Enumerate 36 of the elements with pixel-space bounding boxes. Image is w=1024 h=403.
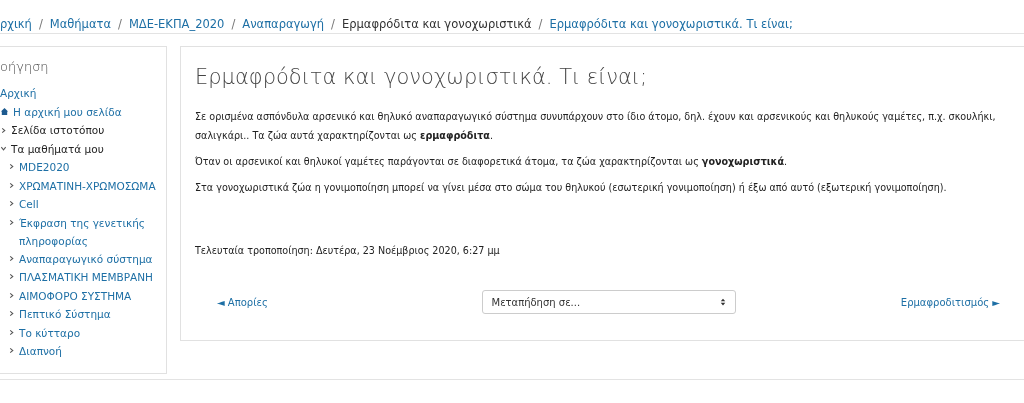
nav-link[interactable]: MDE2020 (19, 158, 70, 176)
breadcrumb-link[interactable]: Αναπαραγωγή (242, 16, 325, 31)
page-title: Ερμαφρόδιτα και γονοχωριστικά. Τι είναι; (195, 65, 649, 89)
paragraph: Στα γονοχωριστικά ζώα η γονιμοποίηση μπορεί να γίνει μέσα στο σώμα του θηλυκού (εσωτερική γονιμοποίηση) ή έξω από αυτό (εξωτερική γονιμοποίηση). (195, 181, 948, 195)
nav-link[interactable]: Έκφραση της γενετικής πληροφορίας (19, 213, 162, 250)
nav-link[interactable]: Το κύτταρο (19, 323, 81, 342)
breadcrumb-link[interactable]: Μαθήματα (49, 16, 111, 31)
nav-link[interactable]: ΧΡΩΜΑΤΙΝΗ-ΧΡΩΜΟΣΩΜΑ (19, 176, 156, 195)
jump-select[interactable]: Μεταπήδηση σε... (481, 290, 736, 314)
nav-link[interactable]: Η αρχική μου σελίδα (13, 102, 122, 121)
breadcrumb-link[interactable]: ρχική (0, 16, 32, 31)
home-icon (0, 107, 9, 117)
nav-link[interactable]: Cell (19, 195, 39, 213)
nav-link[interactable]: Αρχική (0, 84, 37, 103)
paragraph: Σε ορισμένα ασπόνδυλα αρσενικό και θηλυκό αναπαραγωγικό σύστημα συνυπάρχουν στο ίδιο άτομο, δηλ. έχουν και αρσενικούς και θηλυκούς γαμέτες, π.χ. σκουλήκι, σαλιγκάρι.. Τα ζώα αυτά χαρακτηρίζονται ως ερμαφρόδιτα. (195, 110, 997, 143)
nav-link[interactable]: Διαπνοή (19, 342, 62, 360)
nav-link[interactable]: ΑΙΜΟΦΟΡΟ ΣΥΣΤΗΜΑ (19, 286, 132, 305)
breadcrumb-separator: / (118, 16, 122, 31)
breadcrumb-link[interactable]: ΜΔΕ-ΕΚΠΑ_2020 (128, 16, 225, 31)
breadcrumb-item: Ερμαφρόδιτα και γονοχωριστικά (342, 16, 532, 31)
up-down-arrows-icon (719, 298, 726, 306)
nav-item[interactable]: Τα μαθήματά μου (11, 139, 104, 158)
sidebar-heading: οήγηση (0, 59, 50, 74)
next-link[interactable]: Ερμαφροδιτισμός ► (800, 296, 1000, 308)
paragraph: Όταν οι αρσενικοί και θηλυκοί γαμέτες παράγονται σε διαφορετικά άτομα, τα ζώα χαρακτηρίζονται ως γονοχωριστικά. (195, 155, 789, 169)
nav-link[interactable]: ΠΛΑΣΜΑΤΙΚΗ ΜΕΜΒΡΑΝΗ (19, 268, 153, 286)
breadcrumb-separator: / (331, 16, 335, 31)
nav-item[interactable]: Σελίδα ιστοτόπου (11, 121, 105, 140)
previous-link[interactable]: ◄ Απορίες (217, 296, 417, 308)
breadcrumb-separator: / (38, 16, 43, 31)
nav-link[interactable]: Πεπτικό Σύστημα (19, 305, 111, 323)
nav-link[interactable]: Αναπαραγωγικό σύστημα (19, 249, 153, 268)
breadcrumb-separator: / (538, 16, 543, 31)
breadcrumb-link[interactable]: Ερμαφρόδιτα και γονοχωριστικά. Τι είναι; (549, 16, 793, 31)
last-modified-text: Τελευταία τροποποίηση: Δευτέρα, 23 Νοέμβριος 2020, 6:27 μμ (195, 245, 501, 256)
breadcrumb-separator: / (231, 16, 236, 31)
